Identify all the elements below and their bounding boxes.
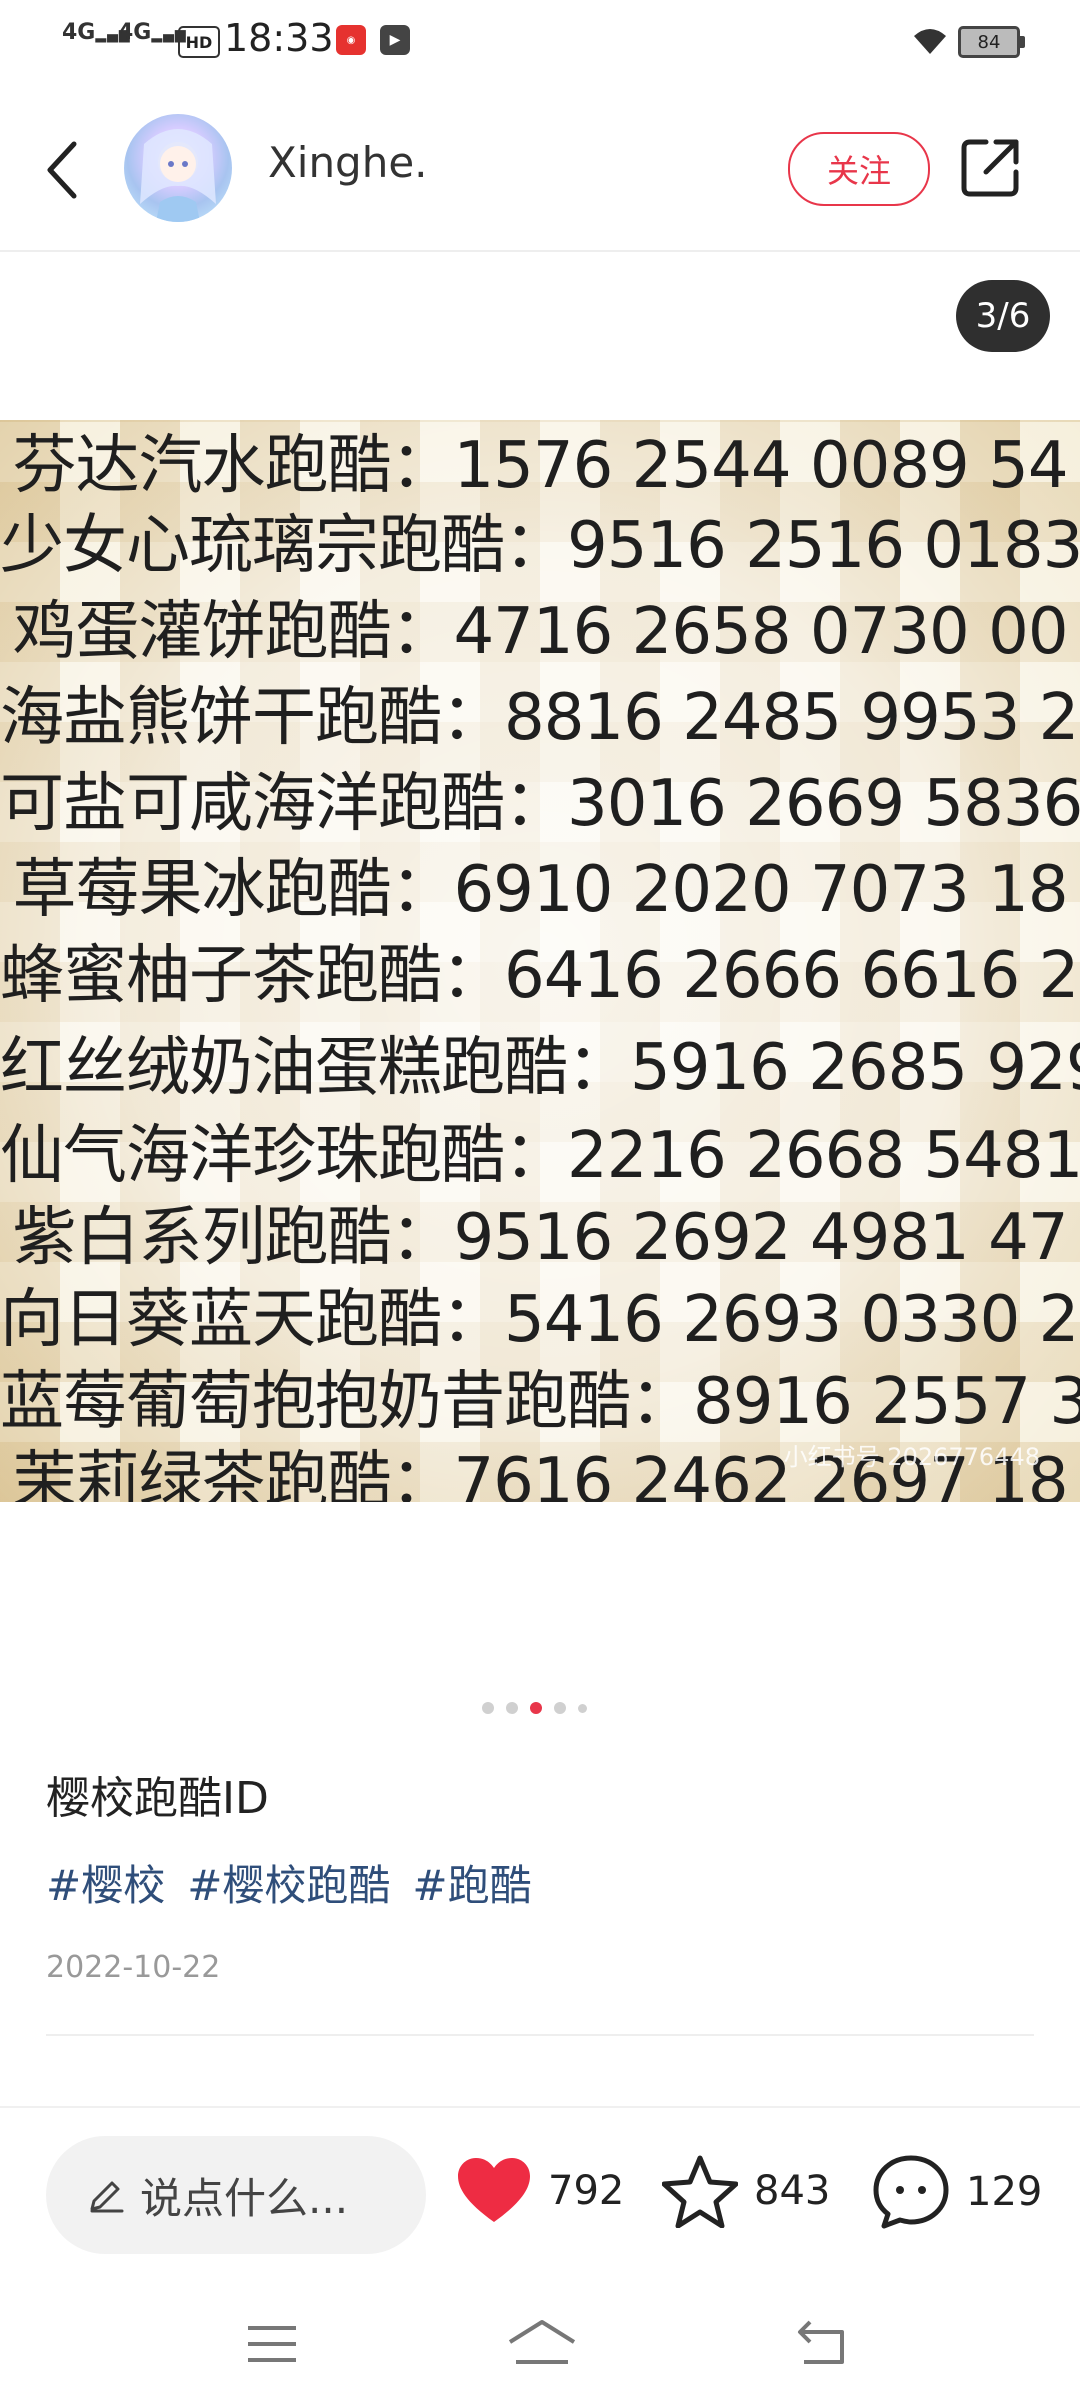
follow-button[interactable]: 关注 <box>788 132 930 206</box>
action-bar-divider <box>0 2106 1080 2108</box>
return-icon <box>798 2320 844 2364</box>
tag-link[interactable]: #樱校 <box>46 1852 165 1913</box>
app-notification-icon: ◉ <box>336 25 366 55</box>
wifi-icon <box>910 24 950 60</box>
image-text-line: 鸡蛋灌饼跑酷：4716 2658 0730 00 <box>12 595 1068 669</box>
avatar[interactable] <box>124 114 232 222</box>
carousel-dot <box>578 1703 587 1713</box>
image-text-line: 向日葵蓝天跑酷：5416 2693 0330 21 <box>0 1283 1080 1357</box>
signal-4g-2: 4G▂▄▆ <box>118 20 187 45</box>
carousel-dot <box>554 1702 566 1714</box>
image-text-line: 蓝莓葡萄抱抱奶昔跑酷：8916 2557 3630 24 <box>0 1365 1080 1439</box>
video-notification-icon: ▶ <box>380 25 410 55</box>
image-text-line: 海盐熊饼干跑酷：8816 2485 9953 21 <box>0 681 1080 755</box>
hd-icon: HD <box>178 26 220 58</box>
tag-list: #樱校 #樱校跑酷 #跑酷 <box>46 1852 532 1913</box>
share-button[interactable] <box>960 136 1022 198</box>
tag-link[interactable]: #樱校跑酷 <box>187 1852 390 1913</box>
chevron-left-icon <box>47 141 77 199</box>
share-icon <box>961 139 1019 197</box>
favorite-button[interactable]: 843 <box>662 2154 830 2228</box>
post-image[interactable]: 芬达汽水跑酷：1576 2544 0089 54 少女心琉璃宗跑酷：9516 2… <box>0 420 1080 1502</box>
status-bar: 4G▂▄▆ 4G▂▄▆ HD 18:33 ◉ ▶ 84 <box>0 0 1080 80</box>
post-date: 2022-10-22 <box>46 1950 221 1985</box>
clock: 18:33 <box>224 16 334 60</box>
menu-icon <box>248 2326 296 2362</box>
comment-placeholder: 说点什么... <box>140 2173 349 2223</box>
star-icon <box>662 2155 738 2228</box>
content-divider <box>46 2034 1034 2036</box>
image-counter: 3/6 <box>956 280 1050 352</box>
image-text-line: 少女心琉璃宗跑酷：9516 2516 0183 21 <box>0 509 1080 583</box>
image-text-line: 可盐可咸海洋跑酷：3016 2669 5836 45 <box>0 767 1080 841</box>
chat-bubble-icon <box>873 2155 949 2229</box>
image-watermark: 小红书号 2026776448 <box>783 1443 1040 1471</box>
like-button[interactable]: 792 <box>456 2156 624 2226</box>
battery-icon: 84 <box>958 26 1025 58</box>
back-nav-button[interactable] <box>796 2318 852 2366</box>
image-text-line: 紫白系列跑酷：9516 2692 4981 47 <box>12 1201 1068 1275</box>
tag-link[interactable]: #跑酷 <box>412 1852 531 1913</box>
heart-icon <box>458 2158 530 2222</box>
pencil-icon <box>90 2181 124 2213</box>
carousel-dot-active <box>530 1702 542 1714</box>
carousel-dot <box>482 1702 494 1714</box>
comment-input[interactable]: 说点什么... <box>46 2136 426 2254</box>
image-text-line: 仙气海洋珍珠跑酷：2216 2668 5481 18 <box>0 1119 1080 1193</box>
header-divider <box>0 250 1080 252</box>
carousel-indicator <box>482 1702 587 1714</box>
image-text-line: 红丝绒奶油蛋糕跑酷：5916 2685 9292 21 <box>0 1031 1080 1105</box>
favorite-count: 843 <box>754 2168 831 2214</box>
image-text-line: 草莓果冰跑酷：6910 2020 7073 18 <box>12 853 1068 927</box>
carousel-dot <box>506 1702 518 1714</box>
recents-button[interactable] <box>246 2322 298 2366</box>
comment-count: 129 <box>966 2169 1043 2215</box>
image-text-line: 蜂蜜柚子茶跑酷：6416 2666 6616 21 <box>0 939 1080 1013</box>
like-count: 792 <box>548 2168 625 2214</box>
home-button[interactable] <box>506 2316 578 2368</box>
username[interactable]: Xinghe. <box>268 138 428 187</box>
home-icon <box>508 2320 576 2364</box>
post-title: 樱校跑酷ID <box>46 1773 269 1824</box>
back-button[interactable] <box>40 130 88 210</box>
comment-button[interactable]: 129 <box>872 2154 1042 2230</box>
